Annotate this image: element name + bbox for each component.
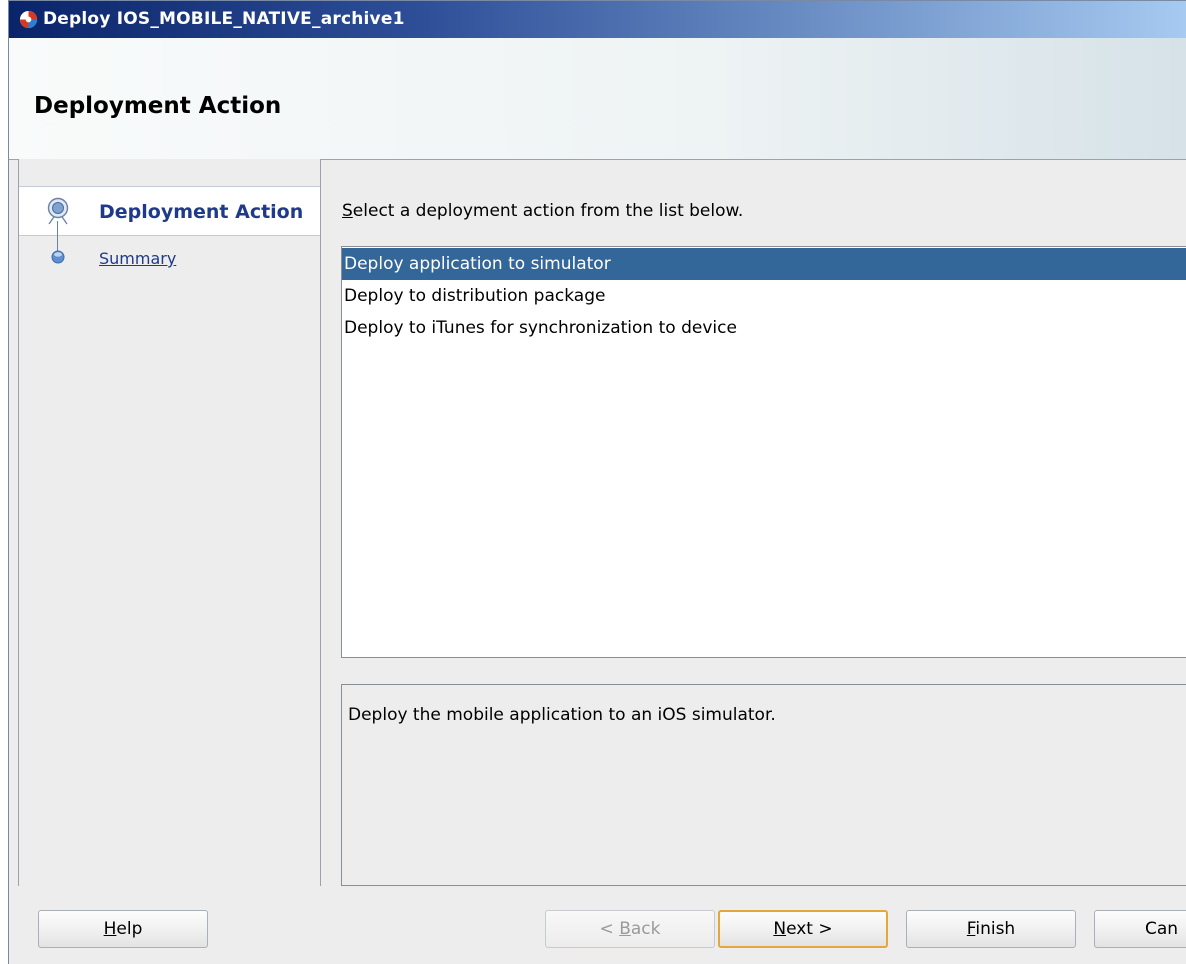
list-item-distribution-package[interactable]: Deploy to distribution package bbox=[342, 280, 1186, 312]
instruction-mnemonic: S bbox=[342, 201, 353, 221]
back-prefix: < bbox=[599, 919, 620, 939]
help-label: elp bbox=[116, 919, 143, 939]
list-item-deploy-simulator[interactable]: Deploy application to simulator bbox=[342, 248, 1186, 280]
action-description: Deploy the mobile application to an iOS … bbox=[348, 705, 776, 725]
deploy-dialog: Deploy IOS_MOBILE_NATIVE_archive1 Deploy… bbox=[8, 0, 1186, 964]
instruction-text: elect a deployment action from the list … bbox=[352, 201, 744, 221]
wizard-content: Select a deployment action from the list… bbox=[319, 159, 1186, 886]
nav-link-summary[interactable]: Summary bbox=[99, 249, 176, 268]
action-description-box: Deploy the mobile application to an iOS … bbox=[341, 684, 1186, 886]
instruction-label: Select a deployment action from the list… bbox=[342, 201, 743, 221]
back-button[interactable]: < Back bbox=[545, 910, 715, 948]
finish-button[interactable]: Finish bbox=[906, 910, 1076, 948]
page-title: Deployment Action bbox=[34, 93, 282, 119]
help-mnemonic: H bbox=[103, 919, 117, 939]
finish-label: inish bbox=[975, 919, 1016, 939]
wizard-header: Deployment Action bbox=[9, 38, 1186, 160]
window-title: Deploy IOS_MOBILE_NATIVE_archive1 bbox=[43, 9, 405, 29]
cancel-button[interactable]: Can bbox=[1094, 910, 1186, 948]
back-mnemonic: B bbox=[619, 919, 631, 939]
title-bar[interactable]: Deploy IOS_MOBILE_NATIVE_archive1 bbox=[9, 1, 1186, 38]
next-label: ext > bbox=[786, 919, 833, 939]
wizard-step-dot-icon bbox=[51, 250, 65, 264]
next-button[interactable]: Next > bbox=[718, 910, 888, 948]
deployment-action-list[interactable]: Deploy application to simulator Deploy t… bbox=[341, 246, 1186, 658]
button-bar: Help < Back Next > Finish Can bbox=[9, 886, 1186, 964]
wizard-step-navigator: Deployment Action Summary bbox=[18, 159, 321, 887]
back-label: ack bbox=[630, 919, 661, 939]
nav-label-deployment-action: Deployment Action bbox=[99, 201, 304, 223]
cancel-label: Can bbox=[1145, 919, 1179, 939]
wizard-step-active-icon bbox=[47, 197, 69, 225]
oracle-jdeveloper-icon bbox=[19, 10, 38, 29]
list-item-itunes-sync[interactable]: Deploy to iTunes for synchronization to … bbox=[342, 312, 1186, 344]
next-mnemonic: N bbox=[773, 919, 787, 939]
help-button[interactable]: Help bbox=[38, 910, 208, 948]
